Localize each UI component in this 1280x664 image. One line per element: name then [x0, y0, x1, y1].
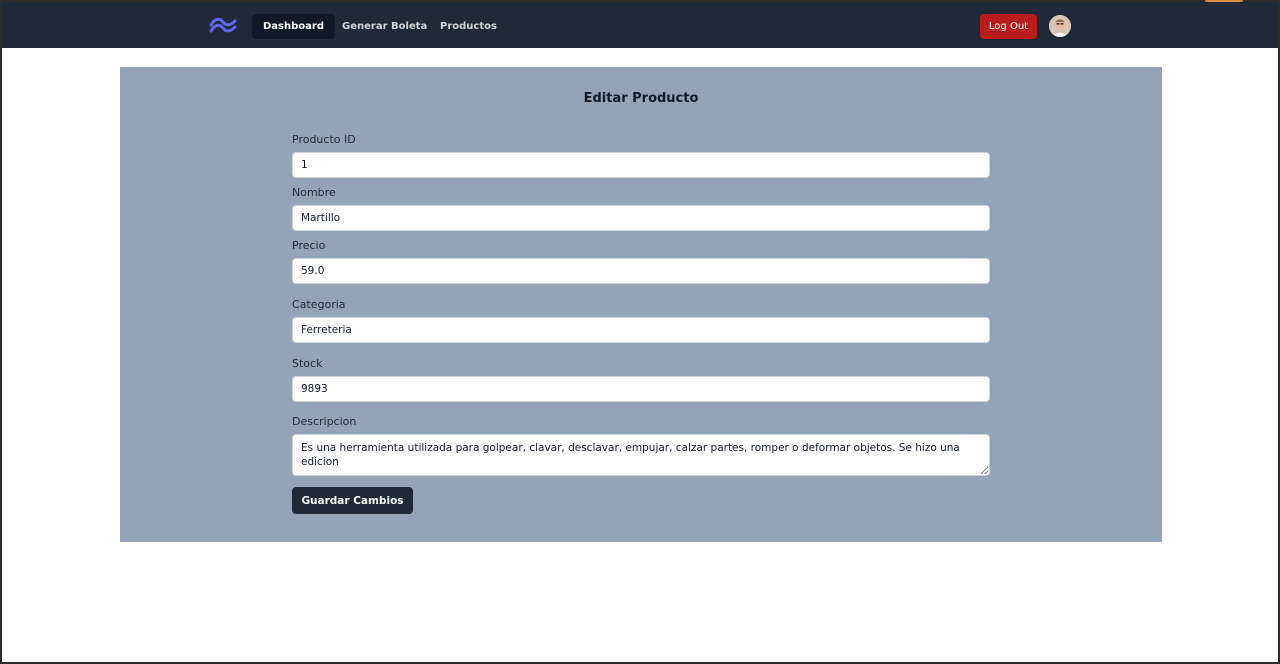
logout-button[interactable]: Log Out: [980, 14, 1037, 39]
form-title: Editar Producto: [583, 91, 699, 106]
categoria-label: Categoria: [292, 298, 346, 311]
edit-product-panel: Editar Producto Producto ID Nombre Preci…: [120, 67, 1162, 542]
app-window: Dashboard Generar Boleta Productos Log O…: [2, 2, 1278, 662]
tailwind-logo-icon[interactable]: [209, 16, 237, 34]
user-avatar-icon[interactable]: [1049, 15, 1071, 37]
descripcion-label: Descripcion: [292, 415, 357, 428]
nav-link-generar-boleta[interactable]: Generar Boleta: [331, 14, 438, 39]
nombre-label: Nombre: [292, 186, 336, 199]
nav-link-dashboard[interactable]: Dashboard: [252, 14, 335, 39]
producto-id-label: Producto ID: [292, 133, 356, 146]
descripcion-textarea[interactable]: Es una herramienta utilizada para golpea…: [292, 434, 990, 476]
avatar-portrait-icon: [1049, 15, 1071, 37]
guardar-cambios-button[interactable]: Guardar Cambios: [292, 487, 413, 514]
stock-label: Stock: [292, 357, 323, 370]
stock-input[interactable]: [292, 376, 990, 402]
producto-id-input[interactable]: [292, 152, 990, 178]
nav-link-productos[interactable]: Productos: [429, 14, 508, 39]
nombre-input[interactable]: [292, 205, 990, 231]
precio-input[interactable]: [292, 258, 990, 284]
precio-label: Precio: [292, 239, 326, 252]
categoria-input[interactable]: [292, 317, 990, 343]
top-navbar: Dashboard Generar Boleta Productos Log O…: [2, 2, 1278, 48]
